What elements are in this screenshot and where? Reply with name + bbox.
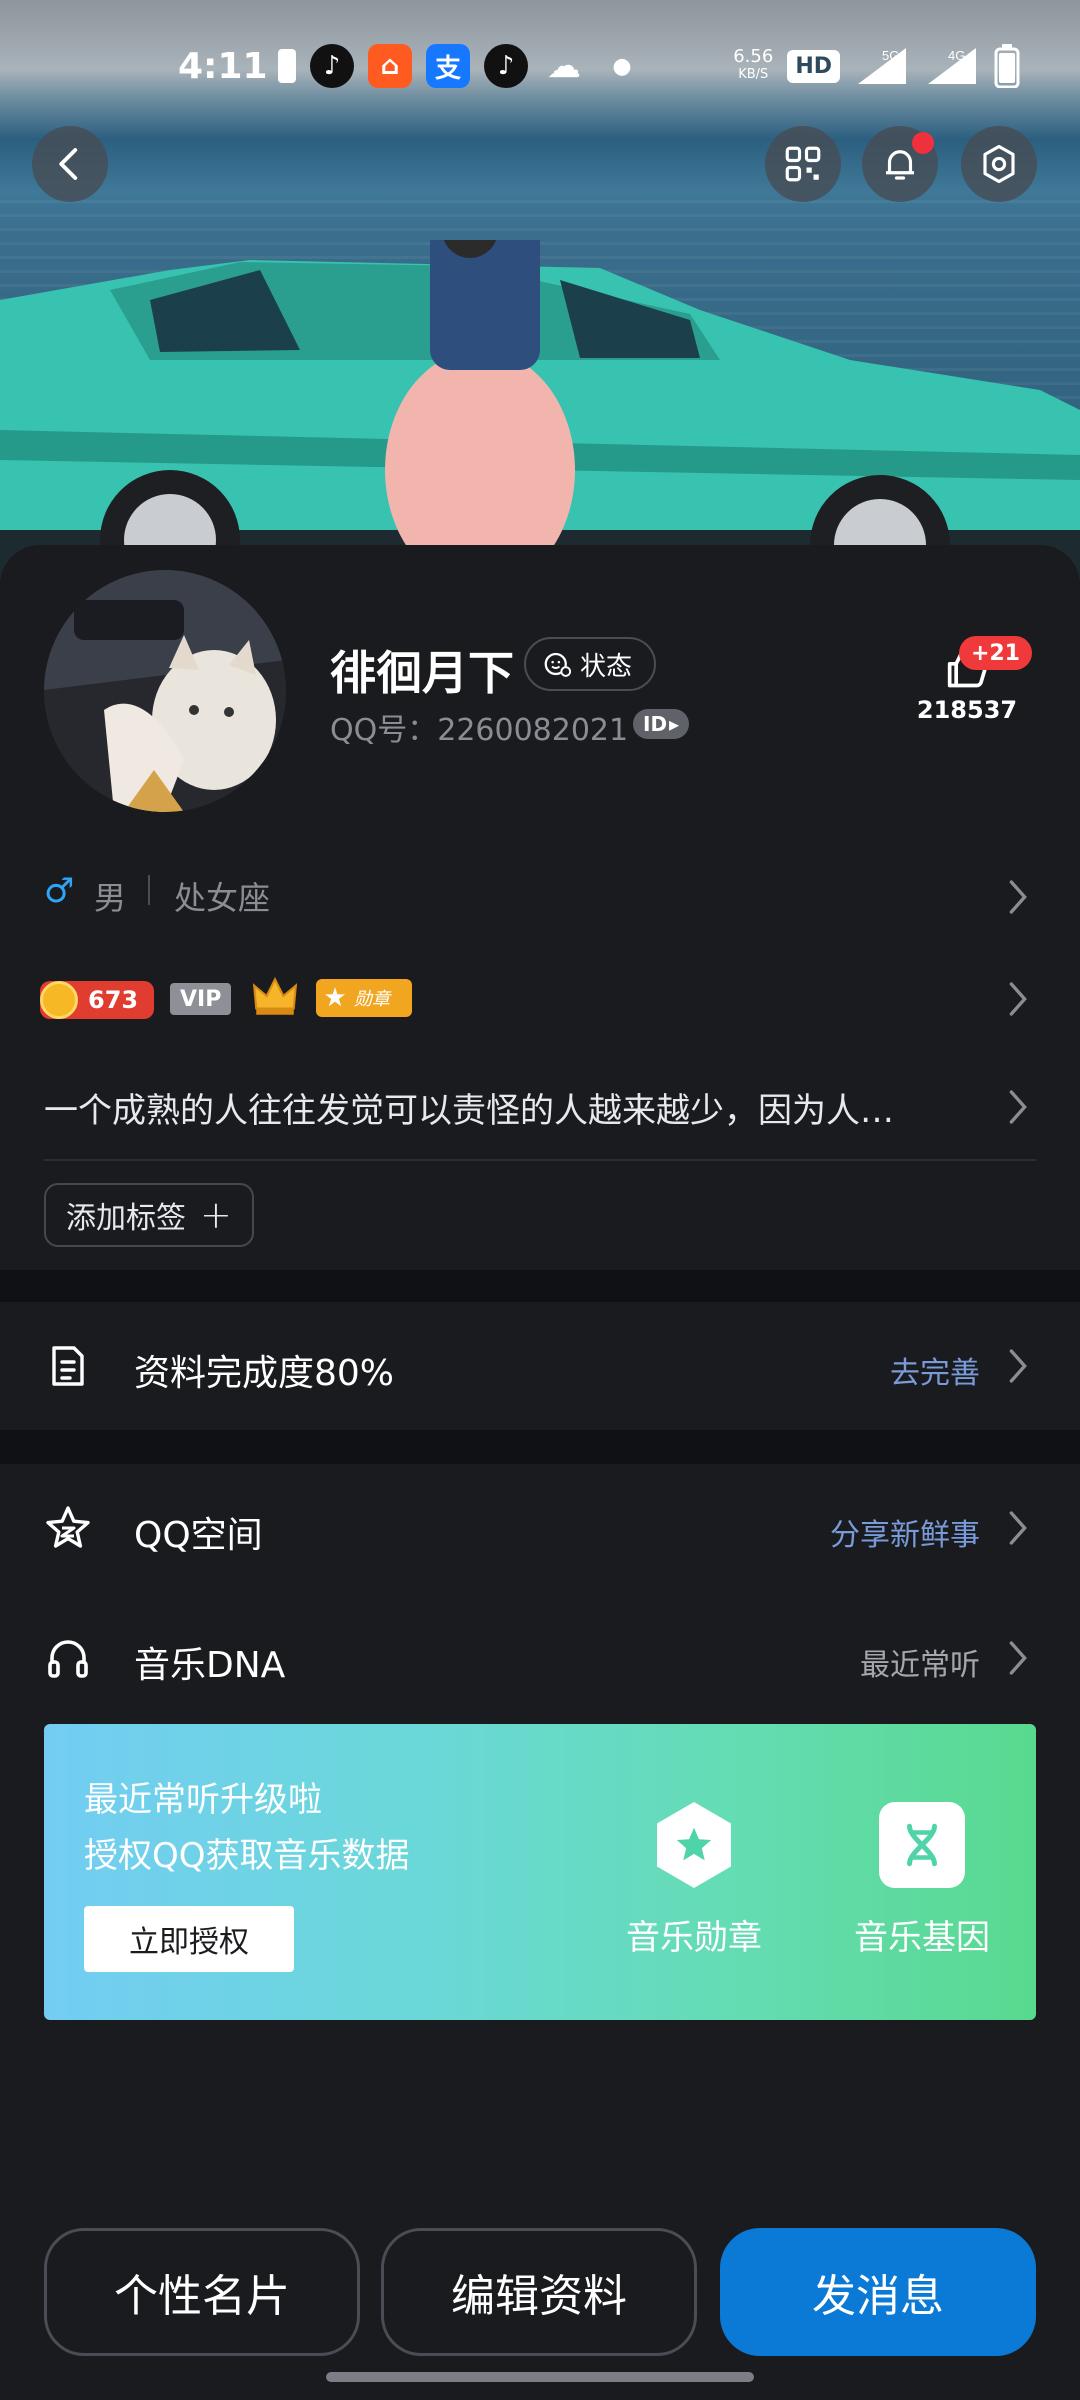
medal-badge: ★ 勋章 [316,979,412,1017]
profile-page: 4:11 ♪ ⌂ 支 ♪ ☁ ● 6.56 KB/S HD 5G 4G 徘徊月下… [0,0,1080,2400]
section-gap [0,1270,1080,1302]
avatar[interactable] [44,570,286,812]
music-gene-label: 音乐基因 [854,1918,990,1958]
music-medal-label: 音乐勋章 [626,1918,762,1958]
star-medal-icon: ★ [323,983,347,1013]
headphones-icon [48,1640,88,1678]
section-gap [0,1430,1080,1464]
chevron-right-icon [1009,982,1027,1016]
banner-title: 最近常听升级啦 [84,1780,322,1820]
separator [148,875,150,905]
username: 徘徊月下 [330,646,514,700]
cover-car-illustration [0,240,1080,580]
avatar-cat-image [44,570,286,812]
recently-played-link[interactable]: 最近常听 [860,1640,980,1684]
alipay-icon: 支 [426,44,470,88]
add-tag-button[interactable]: 添加标签 + [44,1183,254,1247]
alibaba-app-icon: ⌂ [368,44,412,88]
qzone-label: QQ空间 [134,1515,263,1556]
status-bar: 4:11 ♪ ⌂ 支 ♪ ☁ ● 6.56 KB/S HD 5G 4G [0,30,1080,110]
qrcode-button[interactable] [765,126,841,202]
chevron-right-icon [1009,1511,1027,1545]
qzone-row[interactable]: QQ空间 分享新鲜事 [0,1464,1080,1592]
music-medal-feature[interactable]: 音乐勋章 [604,1802,784,1959]
gear-icon [983,144,1015,184]
vip-badge: VIP [170,983,232,1015]
tiktok-icon: ♪ [484,44,528,88]
bottom-action-bar: 个性名片 编辑资料 发消息 [0,2228,1080,2358]
notification-dot [912,132,934,154]
profile-card: 徘徊月下 状态 QQ号：2260082021 ID ▸ 218537 +21 ♂ … [0,545,1080,1270]
qq-number[interactable]: QQ号：2260082021 [330,705,628,749]
crown-icon [252,977,298,1015]
home-indicator[interactable] [326,2372,754,2382]
caret-right-icon: ▸ [669,712,680,736]
likes-new-badge: +21 [958,636,1032,670]
signal-4g-icon: 4G [928,48,976,84]
signature-row[interactable]: 一个成熟的人往往发觉可以责怪的人越来越少，因为人… [0,1073,1080,1143]
status-smile-icon [544,652,572,677]
chevron-right-icon [1009,1349,1027,1383]
divider [44,1159,1036,1161]
banner-subtitle: 授权QQ获取音乐数据 [84,1836,410,1876]
status-time: 4:11 [178,46,268,87]
badges-row[interactable]: 673 VIP ★ 勋章 [0,969,1080,1029]
signature-text: 一个成熟的人往往发觉可以责怪的人越来越少，因为人… [44,1091,894,1131]
music-dna-row[interactable]: 音乐DNA 最近常听 [0,1594,1080,1722]
chevron-right-icon [1009,1090,1027,1124]
music-authorize-banner: 最近常听升级啦 授权QQ获取音乐数据 立即授权 音乐勋章 音乐基因 [44,1724,1036,2020]
qrcode-icon [785,146,821,182]
share-news-link[interactable]: 分享新鲜事 [830,1510,980,1554]
chevron-right-icon [1009,1641,1027,1675]
send-message-button[interactable]: 发消息 [720,2228,1036,2356]
notification-button[interactable] [862,126,938,202]
id-badge[interactable]: ID ▸ [633,709,690,739]
status-label: 状态 [580,651,633,682]
sun-coin-icon [40,981,78,1019]
music-gene-feature[interactable]: 音乐基因 [832,1802,1012,1959]
tiktok-icon: ♪ [310,44,354,88]
qzone-star-icon [46,1506,90,1548]
likes-count: 218537 [916,696,1018,724]
completion-label: 资料完成度80% [134,1353,395,1394]
status-right: 6.56 KB/S HD 5G 4G [733,44,1020,88]
music-dna-label: 音乐DNA [134,1645,286,1686]
male-icon: ♂ [44,871,75,911]
dna-icon [879,1802,965,1888]
plus-icon: + [200,1193,232,1237]
hd-icon: HD [787,49,840,83]
battery-icon [994,44,1020,88]
signal-5g-icon: 5G [858,48,906,84]
edit-profile-button[interactable]: 编辑资料 [381,2228,697,2356]
basic-info-row[interactable]: ♂ 男 处女座 [0,863,1080,923]
wechat-icon: ☁ [547,46,581,86]
profile-completion-row[interactable]: 资料完成度80% 去完善 [0,1302,1080,1430]
document-icon [52,1346,84,1386]
level-badge: 673 [40,981,154,1019]
profile-card-button[interactable]: 个性名片 [44,2228,360,2356]
complete-profile-link[interactable]: 去完善 [890,1348,980,1392]
svg-text:4G: 4G [948,48,965,63]
authorize-button[interactable]: 立即授权 [84,1906,294,1972]
net-speed: 6.56 KB/S [733,46,774,83]
more-dot-icon: ● [612,53,632,79]
notification-icons: ♪ ⌂ 支 ♪ ☁ ● [278,44,644,88]
status-button[interactable]: 状态 [524,637,657,691]
music-medal-icon [657,1802,731,1888]
svg-text:5G: 5G [882,48,899,63]
zodiac-text: 处女座 [174,879,271,917]
chevron-right-icon [1009,880,1027,914]
gender-text: 男 [94,879,127,917]
back-button[interactable] [32,126,108,202]
settings-button[interactable] [961,126,1037,202]
chevron-left-icon [59,148,78,180]
battery-saver-icon [278,49,296,83]
